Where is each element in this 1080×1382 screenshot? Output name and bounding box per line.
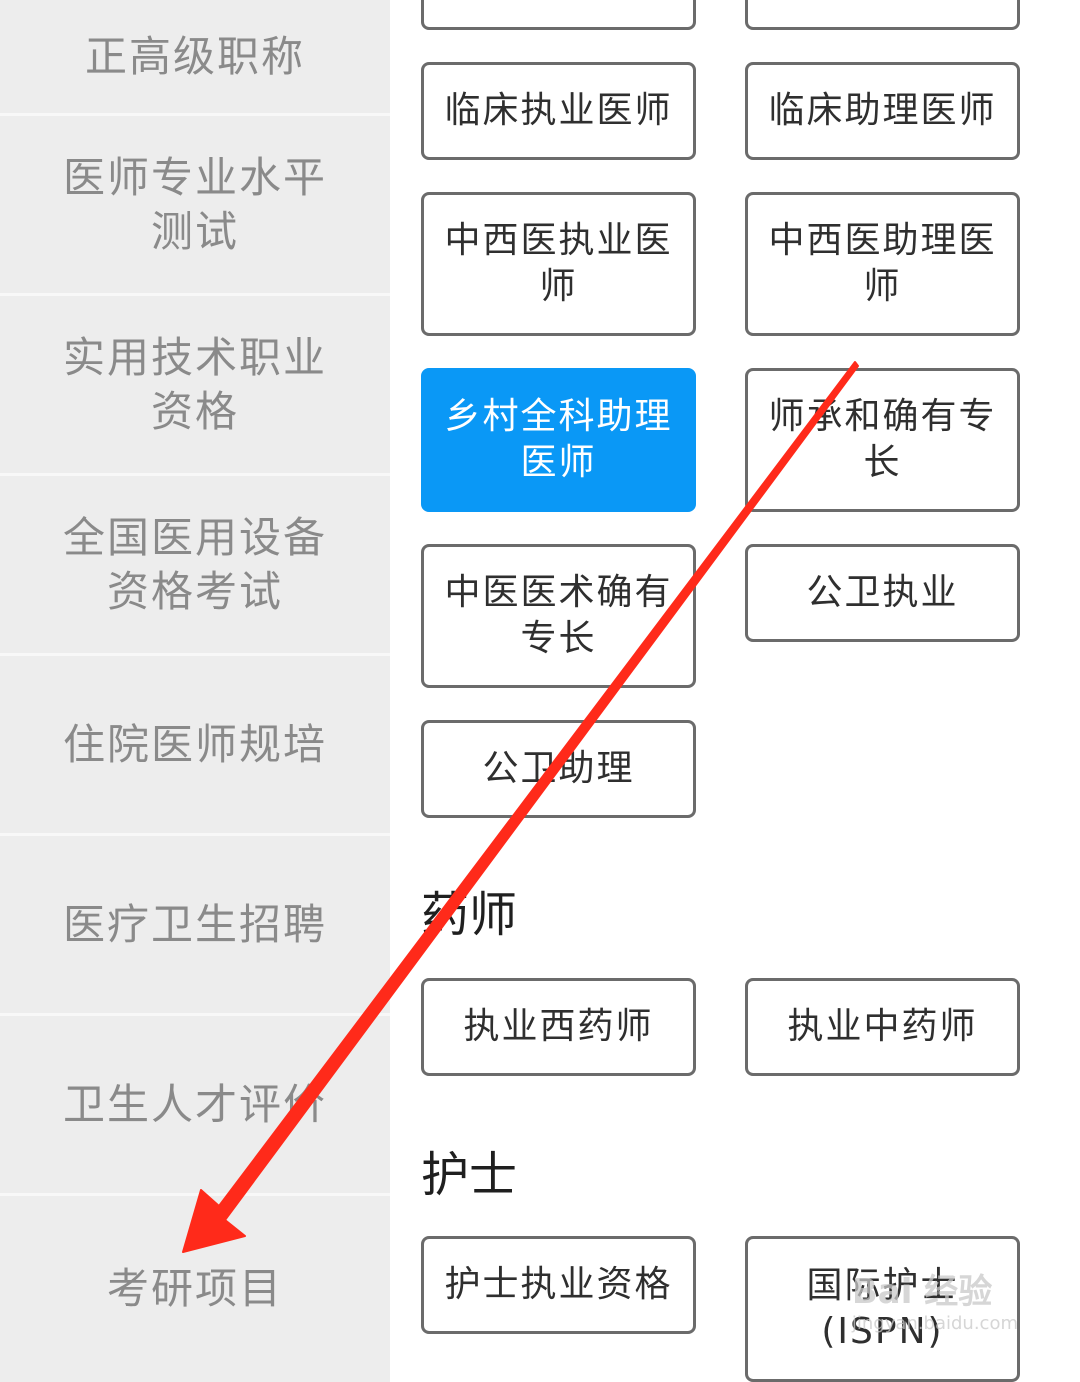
sidebar-item-label: 考研项目 — [106, 1264, 283, 1313]
option-tcm-specialty[interactable]: 中医医术确有专长 — [421, 544, 696, 688]
option-label: 执业西药师 — [463, 1006, 654, 1047]
option-international-nurse[interactable]: 国际护士(ISPN) — [745, 1236, 1020, 1382]
option-western-pharmacist[interactable]: 执业西药师 — [421, 978, 696, 1076]
sidebar-item-talent-evaluation[interactable]: 卫生人才评价 — [0, 1016, 390, 1196]
sidebar-item-practical-technique[interactable]: 实用技术职业资格 — [0, 296, 390, 476]
option-clinical-practicing-physician[interactable]: 临床执业医师 — [421, 62, 696, 160]
option-clinical-assistant-physician[interactable]: 临床助理医师 — [745, 62, 1020, 160]
option-label: 临床助理医师 — [768, 90, 997, 131]
sidebar-item-postgraduate[interactable]: 考研项目 — [0, 1196, 390, 1382]
option-mentorship-specialty[interactable]: 师承和确有专长 — [745, 368, 1020, 512]
option-public-health-assistant[interactable]: 公卫助理 — [421, 720, 696, 818]
option-label: 护士执业资格 — [444, 1264, 673, 1305]
option-label: 公卫助理 — [482, 748, 635, 789]
section-title-nurse: 护士 — [421, 1147, 518, 1203]
sidebar-item-label: 实用技术职业资格 — [62, 332, 327, 436]
option-button-partial[interactable] — [745, 0, 1020, 30]
sidebar-item-label: 正高级职称 — [84, 31, 305, 81]
sidebar-item-label: 卫生人才评价 — [62, 1079, 327, 1129]
option-tcm-pharmacist[interactable]: 执业中药师 — [745, 978, 1020, 1076]
option-rural-general-assistant-physician[interactable]: 乡村全科助理医师 — [421, 368, 696, 512]
sidebar-item-label: 全国医用设备资格考试 — [62, 512, 327, 616]
option-integrated-assistant-physician[interactable]: 中西医助理医师 — [745, 192, 1020, 336]
sidebar-item-physician-level-test[interactable]: 医师专业水平测试 — [0, 116, 390, 296]
option-label: 中西医助理医师 — [768, 220, 997, 307]
sidebar-item-residency-training[interactable]: 住院医师规培 — [0, 656, 390, 836]
option-integrated-practicing-physician[interactable]: 中西医执业医师 — [421, 192, 696, 336]
option-label: 临床执业医师 — [444, 90, 673, 131]
sidebar-item-senior-title[interactable]: 正高级职称 — [0, 0, 390, 116]
option-label: 执业中药师 — [787, 1006, 978, 1047]
option-button-partial[interactable] — [421, 0, 696, 30]
sidebar-item-medical-equipment[interactable]: 全国医用设备资格考试 — [0, 476, 390, 656]
exam-options-panel: 临床执业医师 临床助理医师 中西医执业医师 中西医助理医师 乡村全科助理医师 师… — [390, 0, 1080, 1382]
option-public-health-practicing[interactable]: 公卫执业 — [745, 544, 1020, 642]
option-label: 中医医术确有专长 — [444, 572, 673, 659]
sidebar-item-medical-recruitment[interactable]: 医疗卫生招聘 — [0, 836, 390, 1016]
option-label: 国际护士(ISPN) — [806, 1265, 959, 1352]
section-title-pharmacist: 药师 — [421, 887, 518, 943]
sidebar-item-label: 住院医师规培 — [62, 719, 327, 769]
option-label: 中西医执业医师 — [444, 220, 673, 307]
category-sidebar: 正高级职称 医师专业水平测试 实用技术职业资格 全国医用设备资格考试 住院医师规… — [0, 0, 390, 1382]
exam-category-page: 正高级职称 医师专业水平测试 实用技术职业资格 全国医用设备资格考试 住院医师规… — [0, 0, 1080, 1382]
option-nurse-license[interactable]: 护士执业资格 — [421, 1236, 696, 1334]
option-label: 乡村全科助理医师 — [444, 396, 673, 483]
sidebar-item-label: 医疗卫生招聘 — [62, 899, 327, 949]
sidebar-item-label: 医师专业水平测试 — [62, 152, 327, 256]
option-label: 师承和确有专长 — [768, 396, 997, 483]
option-label: 公卫执业 — [806, 572, 959, 613]
